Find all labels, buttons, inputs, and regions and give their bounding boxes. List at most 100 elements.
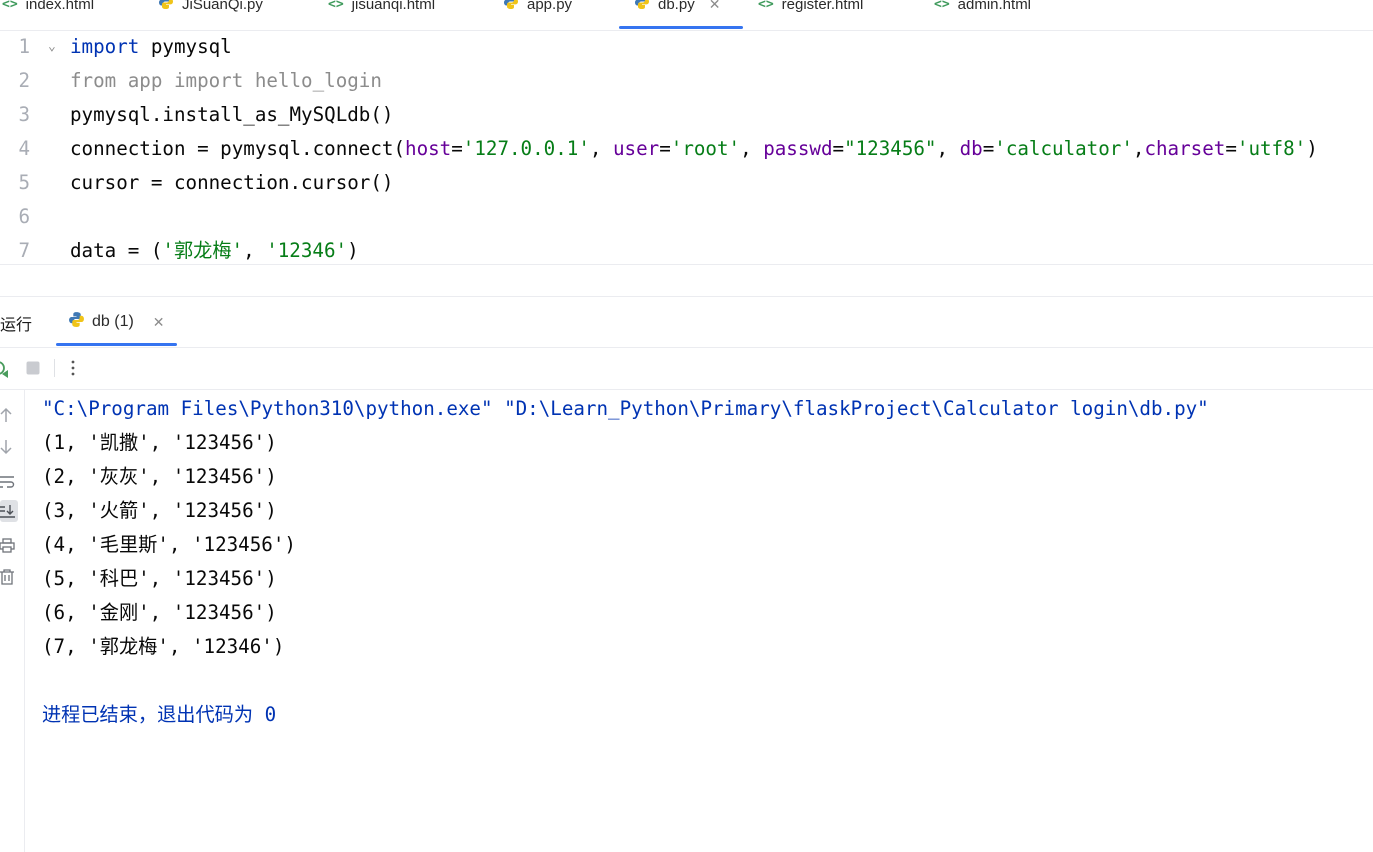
console-row: (7, '郭龙梅', '12346') — [42, 635, 285, 658]
code-text: pymysql.install_as_MySQLdb() — [70, 98, 393, 132]
python-file-icon — [68, 311, 85, 333]
console-row: (3, '火箭', '123456') — [42, 499, 277, 522]
editor-tab-bar: <> index.html JiSuanQi.py <> jisuanqi.ht… — [0, 0, 1373, 31]
close-icon[interactable]: ✕ — [709, 0, 721, 13]
python-file-icon — [634, 0, 650, 14]
code-token: = — [451, 137, 463, 160]
code-token: , — [243, 239, 267, 262]
run-panel-title: 运行 — [0, 317, 33, 334]
python-file-icon — [503, 0, 519, 14]
python-file-icon — [158, 0, 174, 14]
code-token: , — [1132, 137, 1145, 160]
console-row: (4, '毛里斯', '123456') — [42, 533, 296, 556]
code-token: host — [405, 137, 452, 160]
code-text: data = ('郭龙梅', '12346') — [70, 234, 359, 268]
code-line[interactable]: 3 pymysql.install_as_MySQLdb() — [0, 98, 1373, 132]
tab-register-html[interactable]: <> register.html — [758, 0, 863, 16]
code-line[interactable]: 7 data = ('郭龙梅', '12346') — [0, 234, 1373, 268]
code-token: passwd — [763, 137, 833, 160]
code-token: ) — [1306, 137, 1318, 160]
code-token: pymysql — [139, 35, 232, 58]
fold-chevron-icon[interactable]: ⌄ — [48, 30, 56, 64]
active-tab-indicator — [619, 26, 743, 29]
console-command-line: "C:\Program Files\Python310\python.exe" … — [42, 397, 1209, 420]
run-tab-label: db (1) — [92, 313, 134, 330]
code-token: = — [832, 137, 845, 160]
code-token: db — [959, 137, 983, 160]
code-token: , — [936, 137, 960, 160]
line-number: 4 — [18, 137, 30, 160]
code-token: charset — [1144, 137, 1226, 160]
html-file-icon: <> — [758, 0, 774, 12]
code-token: cursor = connection.cursor() — [70, 171, 394, 194]
line-number: 7 — [18, 239, 30, 262]
tab-jisuanqi-py[interactable]: JiSuanQi.py — [158, 0, 263, 16]
code-line[interactable]: 4 connection = pymysql.connect(host='127.… — [0, 132, 1373, 166]
tab-admin-html[interactable]: <> admin.html — [934, 0, 1031, 16]
code-token: import — [70, 35, 140, 58]
scroll-down-icon[interactable] — [0, 436, 18, 458]
print-icon[interactable] — [0, 534, 18, 556]
console-row: (5, '科巴', '123456') — [42, 567, 277, 590]
trash-icon[interactable] — [0, 566, 18, 588]
editor-divider — [0, 264, 1373, 265]
code-token: pymysql.install_as_MySQLdb() — [70, 103, 394, 126]
tab-label: JiSuanQi.py — [182, 0, 263, 13]
close-icon[interactable]: ✕ — [153, 314, 165, 331]
more-options-icon[interactable] — [66, 357, 80, 379]
code-text: connection = pymysql.connect(host='127.0… — [70, 132, 1318, 166]
run-tab-db[interactable]: db (1) ✕ — [68, 311, 165, 333]
tab-label: db.py — [658, 0, 695, 13]
code-token: connection = pymysql.connect( — [70, 137, 406, 160]
code-text: cursor = connection.cursor() — [70, 166, 393, 200]
code-token: , — [740, 137, 764, 160]
console-row: (6, '金刚', '123456') — [42, 601, 277, 624]
tab-label: index.html — [25, 0, 95, 13]
code-line[interactable]: 2 from app import hello_login — [0, 64, 1373, 98]
line-number: 6 — [18, 205, 30, 228]
soft-wrap-icon[interactable] — [0, 470, 18, 492]
rerun-icon[interactable] — [0, 357, 12, 379]
code-line[interactable]: 5 cursor = connection.cursor() — [0, 166, 1373, 200]
scroll-up-icon[interactable] — [0, 404, 18, 426]
tab-jisuanqi-html[interactable]: <> jisuanqi.html — [328, 0, 435, 16]
line-number: 3 — [18, 103, 30, 126]
code-token: = — [982, 137, 995, 160]
code-token: data = ( — [70, 239, 163, 262]
stop-icon[interactable] — [25, 357, 41, 379]
code-token: '127.0.0.1' — [462, 137, 590, 160]
line-number: 1 — [18, 35, 30, 58]
tab-index-html[interactable]: <> index.html — [2, 0, 94, 16]
console-output[interactable]: "C:\Program Files\Python310\python.exe" … — [42, 392, 1209, 732]
code-token: 'calculator' — [994, 137, 1133, 160]
code-token: 'root' — [670, 137, 741, 160]
code-token: '郭龙梅' — [162, 239, 244, 262]
console-row: (2, '灰灰', '123456') — [42, 465, 277, 488]
code-text: import pymysql — [70, 30, 232, 64]
tab-app-py[interactable]: app.py — [503, 0, 572, 16]
code-line[interactable]: 6 — [0, 200, 1373, 234]
line-number: 2 — [18, 69, 30, 92]
tab-label: admin.html — [957, 0, 1032, 13]
code-editor[interactable]: 1 ⌄ import pymysql 2 from app import hello_l… — [0, 30, 1373, 264]
code-token: ) — [347, 239, 359, 262]
tab-label: jisuanqi.html — [351, 0, 436, 13]
code-token: = — [1225, 137, 1237, 160]
tab-db-py[interactable]: db.py ✕ — [634, 0, 720, 16]
scroll-to-end-icon[interactable] — [0, 500, 18, 522]
code-token: "123456" — [844, 137, 937, 160]
code-token: from app import hello_login — [70, 69, 382, 92]
html-file-icon: <> — [2, 0, 18, 12]
line-number: 5 — [18, 171, 30, 194]
code-token: 'utf8' — [1236, 137, 1307, 160]
html-file-icon: <> — [328, 0, 344, 12]
run-tool-window-header: 运行 db (1) ✕ — [0, 296, 1373, 348]
code-token: '12346' — [266, 239, 348, 262]
tab-label: app.py — [527, 0, 573, 13]
code-text: from app import hello_login — [70, 64, 382, 98]
code-token: = — [659, 137, 671, 160]
code-line[interactable]: 1 ⌄ import pymysql — [0, 30, 1373, 64]
console-row: (1, '凯撒', '123456') — [42, 431, 277, 454]
html-file-icon: <> — [934, 0, 950, 12]
